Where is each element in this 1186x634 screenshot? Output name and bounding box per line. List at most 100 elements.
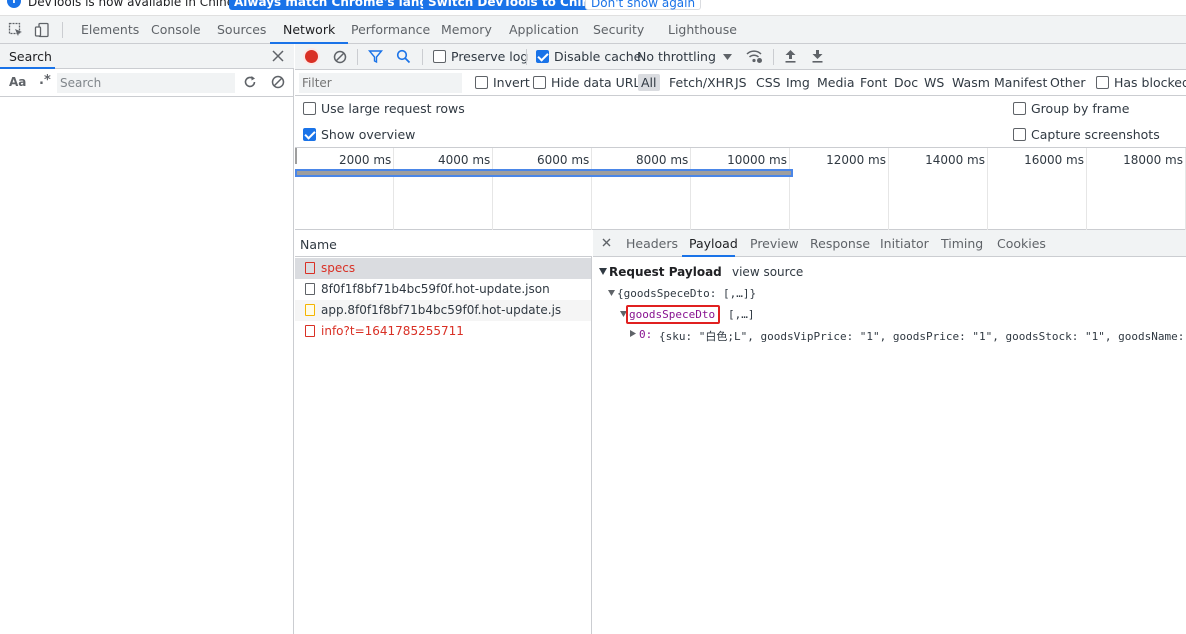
- filter-type-img[interactable]: Img: [786, 75, 810, 90]
- close-icon[interactable]: [272, 50, 284, 62]
- search-drawer: Search Aa .*: [0, 44, 294, 634]
- network-settings: Use large request rows Show overview Gro…: [295, 96, 1186, 148]
- show-overview-checkbox[interactable]: [303, 128, 316, 141]
- search-bar: Aa .*: [0, 69, 294, 97]
- record-icon[interactable]: [305, 50, 318, 63]
- overview-tick-label: 4000 ms: [438, 153, 491, 167]
- tab-payload[interactable]: Payload: [689, 236, 738, 251]
- overview-tick-label: 18000 ms: [1123, 153, 1183, 167]
- close-icon[interactable]: [602, 238, 611, 247]
- network-overview[interactable]: 2000 ms 4000 ms 6000 ms 8000 ms 10000 ms…: [295, 148, 1186, 230]
- filter-type-js[interactable]: JS: [735, 75, 747, 90]
- tab-security[interactable]: Security: [593, 16, 644, 44]
- invert-checkbox[interactable]: [475, 76, 488, 89]
- filter-bar: Invert Hide data URLs All Fetch/XHR JS C…: [295, 70, 1186, 96]
- group-by-frame-checkbox[interactable]: [1013, 102, 1026, 115]
- search-tab[interactable]: Search: [9, 49, 52, 64]
- dropdown-arrow-icon[interactable]: [723, 54, 732, 60]
- large-rows-label: Use large request rows: [321, 101, 465, 116]
- tab-console[interactable]: Console: [151, 16, 201, 44]
- capture-screenshots-checkbox[interactable]: [1013, 128, 1026, 141]
- match-case-toggle[interactable]: Aa: [9, 75, 26, 89]
- search-input[interactable]: [57, 73, 235, 93]
- filter-type-other[interactable]: Other: [1050, 75, 1086, 90]
- tab-performance[interactable]: Performance: [351, 16, 430, 44]
- expand-triangle-icon[interactable]: [608, 290, 615, 296]
- tab-timing[interactable]: Timing: [941, 236, 983, 251]
- has-blocked-cookies-label: Has blocked cookies: [1114, 75, 1186, 90]
- filter-type-manifest[interactable]: Manifest: [994, 75, 1047, 90]
- filter-input[interactable]: [299, 73, 462, 93]
- tab-initiator[interactable]: Initiator: [880, 236, 929, 251]
- infobar-message: DevTools is now available in Chinese!: [28, 0, 253, 9]
- preserve-log-checkbox[interactable]: [433, 50, 446, 63]
- clear-log-icon[interactable]: [333, 50, 347, 64]
- disable-cache-checkbox[interactable]: [536, 50, 549, 63]
- tab-cookies[interactable]: Cookies: [997, 236, 1046, 251]
- request-row[interactable]: info?t=1641785255711: [295, 321, 591, 342]
- show-overview-label: Show overview: [321, 127, 416, 142]
- info-icon: i: [7, 0, 21, 8]
- overview-selection-bar[interactable]: [295, 169, 793, 177]
- name-column-header[interactable]: Name: [295, 230, 592, 257]
- column-name-label: Name: [300, 237, 337, 252]
- collapsed-triangle-icon[interactable]: [630, 330, 636, 337]
- overview-tick-label: 16000 ms: [1024, 153, 1084, 167]
- expand-triangle-icon[interactable]: [599, 268, 607, 275]
- filter-type-doc[interactable]: Doc: [894, 75, 918, 90]
- search-icon[interactable]: [396, 49, 411, 64]
- tab-memory[interactable]: Memory: [441, 16, 492, 44]
- filter-type-fetch-xhr[interactable]: Fetch/XHR: [669, 75, 734, 90]
- tab-preview[interactable]: Preview: [750, 236, 799, 251]
- clear-icon[interactable]: [271, 75, 285, 89]
- filter-type-media[interactable]: Media: [817, 75, 855, 90]
- filter-type-all[interactable]: All: [638, 74, 660, 91]
- network-conditions-icon[interactable]: [745, 48, 763, 64]
- js-file-icon: [305, 304, 315, 316]
- overview-tick-label: 14000 ms: [925, 153, 985, 167]
- regex-toggle[interactable]: .*: [39, 73, 51, 88]
- filter-icon[interactable]: [368, 49, 383, 64]
- hide-data-urls-label: Hide data URLs: [551, 75, 647, 90]
- request-row[interactable]: 8f0f1f8bf71b4bc59f0f.hot-update.json: [295, 279, 591, 300]
- tab-elements[interactable]: Elements: [81, 16, 139, 44]
- payload-key[interactable]: goodsSpeceDto: [629, 308, 715, 321]
- main-tab-strip: Elements Console Sources Network Perform…: [0, 16, 1186, 44]
- hide-data-urls-checkbox[interactable]: [533, 76, 546, 89]
- export-har-icon[interactable]: [811, 49, 824, 64]
- filter-type-wasm[interactable]: Wasm: [952, 75, 990, 90]
- has-blocked-cookies-checkbox[interactable]: [1096, 76, 1109, 89]
- device-toolbar-icon[interactable]: [34, 22, 50, 38]
- overview-tick-label: 2000 ms: [339, 153, 392, 167]
- inspect-element-icon[interactable]: [8, 22, 24, 38]
- large-rows-checkbox[interactable]: [303, 102, 316, 115]
- filter-type-css[interactable]: CSS: [756, 75, 781, 90]
- tab-network[interactable]: Network: [270, 16, 349, 44]
- payload-item-index: 0:: [639, 328, 653, 341]
- request-row[interactable]: specs: [295, 258, 591, 279]
- network-toolbar: Preserve log Disable cache No throttling: [295, 44, 1186, 70]
- request-name: info?t=1641785255711: [321, 324, 464, 338]
- overview-tick-label: 8000 ms: [636, 153, 689, 167]
- file-icon: [305, 283, 315, 295]
- overview-tick-label: 10000 ms: [727, 153, 787, 167]
- tab-response[interactable]: Response: [810, 236, 870, 251]
- import-har-icon[interactable]: [784, 49, 797, 64]
- tab-headers[interactable]: Headers: [626, 236, 678, 251]
- throttling-select[interactable]: No throttling: [637, 49, 716, 64]
- tab-application[interactable]: Application: [509, 16, 579, 44]
- overview-tick-label: 6000 ms: [537, 153, 590, 167]
- request-name: specs: [321, 261, 356, 275]
- refresh-icon[interactable]: [243, 75, 257, 89]
- tab-sources[interactable]: Sources: [217, 16, 266, 44]
- view-source-link[interactable]: view source: [732, 265, 803, 279]
- file-icon: [305, 262, 315, 274]
- capture-screenshots-label: Capture screenshots: [1031, 127, 1160, 142]
- dont-show-again-button[interactable]: Don't show again: [585, 0, 702, 10]
- filter-type-font[interactable]: Font: [860, 75, 887, 90]
- tab-lighthouse[interactable]: Lighthouse: [668, 16, 737, 44]
- request-row[interactable]: app.8f0f1f8bf71b4bc59f0f.hot-update.js: [295, 300, 591, 321]
- filter-type-ws[interactable]: WS: [924, 75, 944, 90]
- invert-label: Invert: [493, 75, 530, 90]
- search-drawer-header: Search: [0, 44, 294, 69]
